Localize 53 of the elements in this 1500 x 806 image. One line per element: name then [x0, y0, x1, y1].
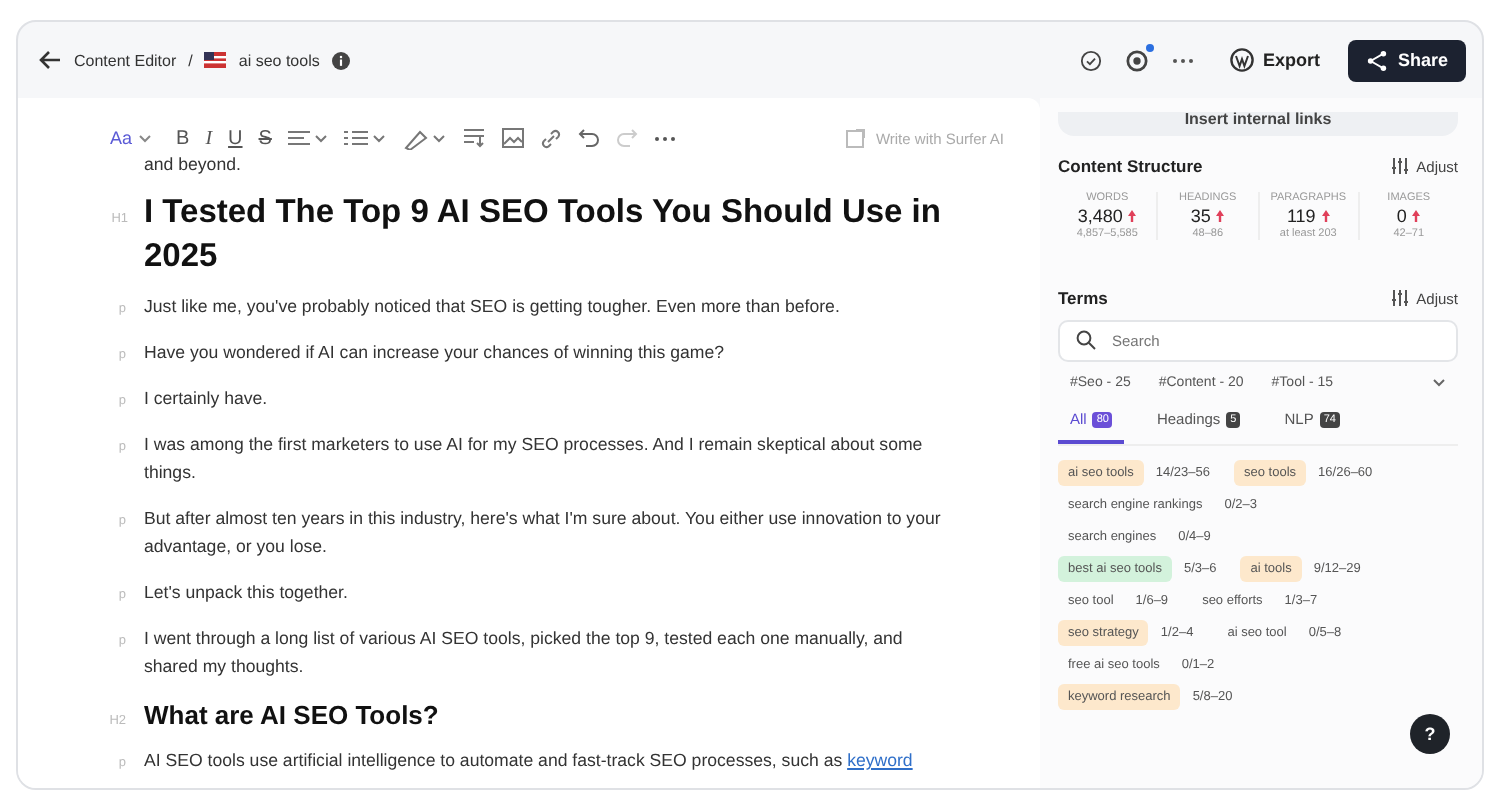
paragraph: But after almost ten years in this industry, here's what I'm sure about. You either use innovation to your advantage, or you lose.: [144, 506, 943, 560]
arrow-up-icon: [1412, 210, 1421, 222]
format-button[interactable]: B: [176, 127, 190, 149]
highlighter-icon[interactable]: [403, 126, 448, 150]
paragraph: Just like me, you've probably noticed that SEO is getting tougher. Even more than before.: [144, 294, 840, 320]
stat-value: 0: [1396, 206, 1407, 226]
stat-value: 119: [1286, 206, 1316, 226]
share-button[interactable]: Share: [1347, 39, 1466, 81]
link-icon[interactable]: [539, 127, 562, 149]
sliders-icon: [1392, 158, 1409, 174]
paragraph: Let's unpack this together.: [144, 580, 348, 606]
paragraph: I went through a long list of various AI SEO tools, picked the top 9, tested each one manually, and shared my thoughts.: [144, 626, 905, 680]
paragraph: I was among the first marketers to use AI for my SEO processes. And I remain skeptical about some things.: [144, 432, 925, 486]
format-button[interactable]: I: [205, 127, 213, 149]
search-icon: [1076, 330, 1096, 350]
arrow-up-icon: [1321, 210, 1330, 222]
back-arrow-icon[interactable]: [38, 48, 62, 72]
format-button[interactable]: U: [228, 127, 243, 149]
breadcrumb-separator: /: [188, 51, 193, 69]
list-icon[interactable]: [343, 128, 388, 148]
align-icon[interactable]: [287, 128, 328, 148]
sliders-icon: [1392, 290, 1409, 306]
keyword-link[interactable]: keyword: [847, 750, 913, 770]
paragraph: Have you wondered if AI can increase your chances of winning this game?: [144, 340, 724, 366]
help-button[interactable]: ?: [1410, 714, 1450, 754]
insert-internal-links-button[interactable]: Insert internal links: [1058, 112, 1458, 136]
article-title: I Tested The Top 9 AI SEO Tools You Should Use in 2025: [144, 192, 943, 278]
export-button[interactable]: Export: [1214, 40, 1336, 80]
chevron-down-icon[interactable]: [1432, 378, 1446, 388]
section-title: Content Structure: [1058, 156, 1203, 176]
paragraph: and beyond.: [144, 154, 241, 176]
section-title: Terms: [1058, 288, 1108, 308]
document-title: ai seo tools: [238, 51, 320, 69]
arrow-up-icon: [1216, 210, 1225, 222]
info-icon[interactable]: [331, 51, 350, 69]
undo-icon[interactable]: [577, 128, 600, 148]
more-icon[interactable]: [653, 135, 676, 141]
section-heading: What are AI SEO Tools?: [144, 700, 439, 732]
stat-value: 3,480: [1077, 206, 1123, 226]
arrow-up-icon: [1128, 210, 1137, 222]
format-button[interactable]: S: [258, 127, 272, 149]
text-wrap-icon[interactable]: [463, 128, 486, 148]
paragraph: AI SEO tools use artificial intelligence to automate and fast-track SEO processes, such as keyword: [144, 748, 913, 774]
stat-value: 35: [1190, 206, 1211, 226]
chevron-down-icon[interactable]: [138, 133, 153, 143]
breadcrumb-link[interactable]: Content Editor: [74, 51, 177, 69]
image-icon[interactable]: [501, 128, 524, 148]
check-circle-icon[interactable]: [1080, 49, 1103, 71]
share-icon: [1365, 49, 1388, 71]
more-icon[interactable]: [1172, 57, 1195, 63]
font-style-dropdown[interactable]: Aa: [110, 128, 133, 148]
flag-icon: [204, 52, 227, 68]
paragraph: I certainly have.: [144, 386, 268, 412]
